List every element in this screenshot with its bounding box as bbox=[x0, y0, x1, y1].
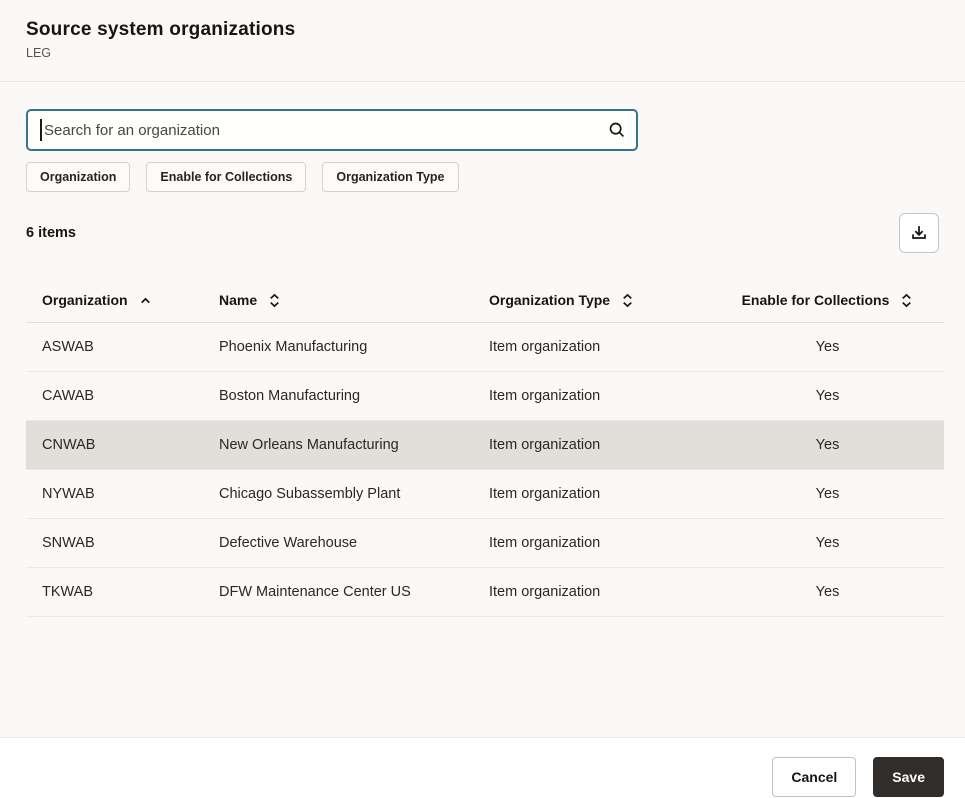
column-header-organization-type[interactable]: Organization Type bbox=[473, 279, 711, 322]
column-header-name[interactable]: Name bbox=[203, 279, 473, 322]
cell-name: Chicago Subassembly Plant bbox=[203, 469, 473, 518]
table-row[interactable]: NYWAB Chicago Subassembly Plant Item org… bbox=[26, 469, 944, 518]
cell-organization: ASWAB bbox=[26, 322, 203, 371]
filter-chip-organization-type[interactable]: Organization Type bbox=[322, 162, 458, 192]
search-button[interactable] bbox=[606, 109, 628, 151]
cell-organization-type: Item organization bbox=[473, 371, 711, 420]
filter-chip-organization[interactable]: Organization bbox=[26, 162, 130, 192]
cell-organization: CAWAB bbox=[26, 371, 203, 420]
cell-name: Defective Warehouse bbox=[203, 518, 473, 567]
table-row[interactable]: CAWAB Boston Manufacturing Item organiza… bbox=[26, 371, 944, 420]
search-icon bbox=[606, 119, 628, 141]
page-title: Source system organizations bbox=[26, 19, 939, 41]
table-header-row: Organization Name bbox=[26, 279, 944, 322]
page-subtitle: LEG bbox=[26, 46, 939, 60]
filter-chips: Organization Enable for Collections Orga… bbox=[26, 162, 965, 192]
text-cursor bbox=[40, 119, 42, 141]
table-toolbar: 6 items bbox=[26, 213, 939, 253]
cell-enable-for-collections: Yes bbox=[711, 371, 944, 420]
cell-organization: SNWAB bbox=[26, 518, 203, 567]
search-bar bbox=[26, 109, 638, 151]
header-divider bbox=[0, 81, 965, 82]
sort-updown-icon[interactable] bbox=[268, 293, 281, 308]
cell-enable-for-collections: Yes bbox=[711, 518, 944, 567]
save-button[interactable]: Save bbox=[873, 757, 944, 797]
column-label: Organization Type bbox=[489, 292, 610, 308]
items-count: 6 items bbox=[26, 225, 76, 241]
chevron-up-icon[interactable] bbox=[139, 294, 152, 307]
download-button[interactable] bbox=[899, 213, 939, 253]
cell-organization-type: Item organization bbox=[473, 567, 711, 616]
cell-name: DFW Maintenance Center US bbox=[203, 567, 473, 616]
table-row[interactable]: CNWAB New Orleans Manufacturing Item org… bbox=[26, 420, 944, 469]
cell-organization-type: Item organization bbox=[473, 322, 711, 371]
table-row[interactable]: TKWAB DFW Maintenance Center US Item org… bbox=[26, 567, 944, 616]
cell-enable-for-collections: Yes bbox=[711, 420, 944, 469]
search-input[interactable] bbox=[26, 109, 638, 151]
cell-enable-for-collections: Yes bbox=[711, 567, 944, 616]
page-header: Source system organizations LEG bbox=[0, 0, 965, 60]
footer-action-bar: Cancel Save bbox=[0, 737, 965, 798]
cell-organization: TKWAB bbox=[26, 567, 203, 616]
cell-organization-type: Item organization bbox=[473, 420, 711, 469]
cell-enable-for-collections: Yes bbox=[711, 469, 944, 518]
cell-organization-type: Item organization bbox=[473, 469, 711, 518]
download-icon bbox=[908, 222, 930, 244]
cell-organization-type: Item organization bbox=[473, 518, 711, 567]
organizations-table: Organization Name bbox=[26, 279, 944, 617]
column-label: Organization bbox=[42, 292, 128, 308]
cell-organization: CNWAB bbox=[26, 420, 203, 469]
column-header-organization[interactable]: Organization bbox=[26, 279, 203, 322]
table-row[interactable]: ASWAB Phoenix Manufacturing Item organiz… bbox=[26, 322, 944, 371]
column-label: Enable for Collections bbox=[742, 292, 890, 308]
cell-name: Boston Manufacturing bbox=[203, 371, 473, 420]
sort-updown-icon[interactable] bbox=[900, 293, 913, 308]
filter-chip-enable-for-collections[interactable]: Enable for Collections bbox=[146, 162, 306, 192]
table-body: ASWAB Phoenix Manufacturing Item organiz… bbox=[26, 322, 944, 616]
cell-name: New Orleans Manufacturing bbox=[203, 420, 473, 469]
table-row[interactable]: SNWAB Defective Warehouse Item organizat… bbox=[26, 518, 944, 567]
cell-name: Phoenix Manufacturing bbox=[203, 322, 473, 371]
sort-updown-icon[interactable] bbox=[621, 293, 634, 308]
cell-organization: NYWAB bbox=[26, 469, 203, 518]
cancel-button[interactable]: Cancel bbox=[772, 757, 856, 797]
cell-enable-for-collections: Yes bbox=[711, 322, 944, 371]
column-label: Name bbox=[219, 292, 257, 308]
column-header-enable-for-collections[interactable]: Enable for Collections bbox=[711, 279, 944, 322]
